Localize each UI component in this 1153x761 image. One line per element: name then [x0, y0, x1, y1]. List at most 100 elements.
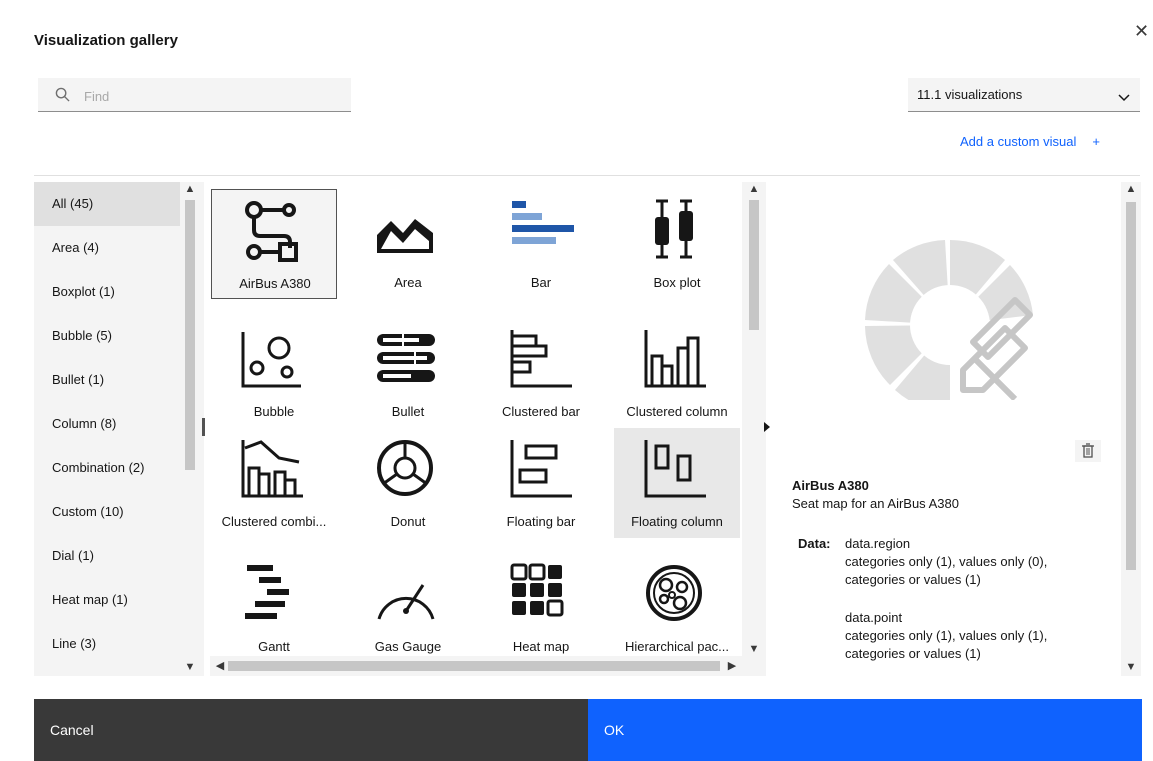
- category-scrollbar[interactable]: ▲ ▼: [180, 182, 200, 676]
- visualization-tile-label: Area: [394, 275, 422, 290]
- expand-panel-icon[interactable]: [763, 420, 771, 434]
- bar-chart-icon: [512, 201, 574, 244]
- visualization-tile[interactable]: Clustered combi...: [211, 428, 337, 538]
- ok-button[interactable]: OK: [588, 699, 1142, 761]
- scroll-thumb[interactable]: [228, 661, 720, 671]
- visualization-tile-label: AirBus A380: [239, 276, 311, 291]
- visualization-tile[interactable]: AirBus A380: [211, 189, 337, 299]
- visualization-tile-label: Gas Gauge: [374, 639, 442, 654]
- visualization-grid-panel: AirBus A380 Area Bar Box plot Bubble Bullet Cl…: [210, 182, 766, 676]
- visualization-tile[interactable]: Bullet: [345, 318, 471, 428]
- add-custom-visual-link[interactable]: Add a custom visual +: [960, 134, 1100, 149]
- category-item[interactable]: Column (8): [34, 402, 180, 446]
- route-icon: [245, 201, 298, 262]
- grid-horizontal-scrollbar[interactable]: ◀ ▶: [210, 656, 742, 676]
- visualization-tile[interactable]: Bubble: [211, 318, 337, 428]
- scroll-thumb[interactable]: [185, 200, 195, 470]
- search-icon: [55, 87, 70, 107]
- category-item[interactable]: Line (3): [34, 622, 180, 666]
- bullet-chart-icon: [377, 332, 435, 382]
- category-item[interactable]: Combination (2): [34, 446, 180, 490]
- visualization-tile[interactable]: Clustered column: [614, 318, 740, 428]
- scroll-down-icon[interactable]: ▼: [1121, 660, 1141, 674]
- visualization-tile-label: Clustered combi...: [221, 514, 327, 529]
- scroll-up-icon[interactable]: ▲: [180, 182, 200, 196]
- version-select[interactable]: 11.1 visualizations: [908, 78, 1140, 112]
- search-input[interactable]: [82, 84, 336, 108]
- data-label: Data:: [798, 536, 831, 551]
- region-line-1: categories only (1), values only (0),: [845, 554, 1048, 569]
- heat-map-icon: [510, 563, 564, 617]
- scroll-up-icon[interactable]: ▲: [1121, 182, 1141, 196]
- add-custom-visual-label: Add a custom visual: [960, 134, 1077, 149]
- scroll-thumb[interactable]: [749, 200, 759, 330]
- close-icon[interactable]: ✕: [1134, 22, 1149, 40]
- visualization-tile[interactable]: Gantt: [211, 553, 337, 656]
- gauge-icon: [377, 584, 435, 620]
- scroll-down-icon[interactable]: ▼: [744, 642, 764, 656]
- bubble-chart-icon: [241, 332, 301, 388]
- visual-title: AirBus A380: [792, 478, 869, 493]
- visualization-tile[interactable]: Box plot: [614, 189, 740, 299]
- region-name: data.region: [845, 536, 911, 551]
- point-line-2: categories or values (1): [845, 646, 981, 661]
- visualization-tile[interactable]: Floating bar: [478, 428, 604, 538]
- visualization-tile[interactable]: Area: [345, 189, 471, 299]
- gantt-chart-icon: [245, 565, 289, 619]
- visualization-tile[interactable]: Bar: [478, 189, 604, 299]
- visualization-tile-label: Floating bar: [506, 514, 576, 529]
- category-item[interactable]: Dial (1): [34, 534, 180, 578]
- visualization-tile-label: Hierarchical pac...: [624, 639, 730, 654]
- search-field[interactable]: [38, 78, 351, 112]
- scroll-right-icon[interactable]: ▶: [722, 659, 742, 673]
- visualization-tile-label: Box plot: [653, 275, 701, 290]
- visualization-tile-label: Donut: [390, 514, 426, 529]
- region-line-2: categories or values (1): [845, 572, 981, 587]
- header-divider: [34, 175, 1140, 176]
- visualization-tile-label: Bullet: [391, 404, 425, 419]
- version-select-value: 11.1 visualizations: [917, 87, 1023, 102]
- dialog-title: Visualization gallery: [34, 32, 178, 49]
- visualization-tile-label: Clustered bar: [501, 404, 581, 419]
- category-item[interactable]: All (45): [34, 182, 180, 226]
- category-item[interactable]: Bullet (1): [34, 358, 180, 402]
- category-item[interactable]: Heat map (1): [34, 578, 180, 622]
- details-panel: AirBus A380 Seat map for an AirBus A380 …: [775, 182, 1143, 676]
- visualization-tile-label: Floating column: [631, 514, 723, 529]
- visualization-tile-label: Gantt: [258, 639, 290, 654]
- resize-handle[interactable]: [202, 418, 205, 436]
- floating-column-icon: [644, 440, 706, 498]
- cancel-button[interactable]: Cancel: [34, 699, 588, 761]
- category-item[interactable]: Boxplot (1): [34, 270, 180, 314]
- visualization-tile[interactable]: Hierarchical pac...: [614, 553, 740, 656]
- area-chart-icon: [377, 219, 433, 253]
- visualization-tile[interactable]: Heat map: [478, 553, 604, 656]
- category-item[interactable]: Area (4): [34, 226, 180, 270]
- scroll-up-icon[interactable]: ▲: [744, 182, 764, 196]
- visualization-tile[interactable]: Donut: [345, 428, 471, 538]
- chevron-down-icon: [1118, 89, 1130, 107]
- grid-vertical-scrollbar[interactable]: ▲ ▼: [744, 182, 764, 656]
- scroll-down-icon[interactable]: ▼: [180, 660, 200, 674]
- visualization-tile-label: Bar: [530, 275, 552, 290]
- visualization-tile[interactable]: Clustered bar: [478, 318, 604, 428]
- visualization-tile-label: Clustered column: [626, 404, 728, 419]
- scroll-left-icon[interactable]: ◀: [210, 659, 230, 673]
- category-item[interactable]: Bubble (5): [34, 314, 180, 358]
- hierarchical-packing-icon: [646, 565, 702, 621]
- visual-description: Seat map for an AirBus A380: [792, 496, 959, 511]
- category-list: All (45) Area (4) Boxplot (1) Bubble (5) Bul…: [34, 182, 180, 676]
- scroll-thumb[interactable]: [1126, 202, 1136, 570]
- delete-visual-button[interactable]: [1075, 440, 1101, 462]
- custom-visual-preview-icon: [865, 239, 1033, 400]
- point-name: data.point: [845, 610, 903, 625]
- category-item[interactable]: Custom (10): [34, 490, 180, 534]
- visualization-gallery-dialog: Visualization gallery ✕ 11.1 visualizati…: [0, 0, 1153, 761]
- trash-icon: [1082, 443, 1094, 458]
- visualization-tile[interactable]: Floating column: [614, 428, 740, 538]
- clustered-bar-icon: [510, 330, 572, 388]
- details-scrollbar[interactable]: ▲ ▼: [1121, 182, 1141, 676]
- plus-icon: +: [1092, 134, 1100, 149]
- donut-chart-icon: [377, 440, 433, 496]
- visualization-tile[interactable]: Gas Gauge: [345, 553, 471, 656]
